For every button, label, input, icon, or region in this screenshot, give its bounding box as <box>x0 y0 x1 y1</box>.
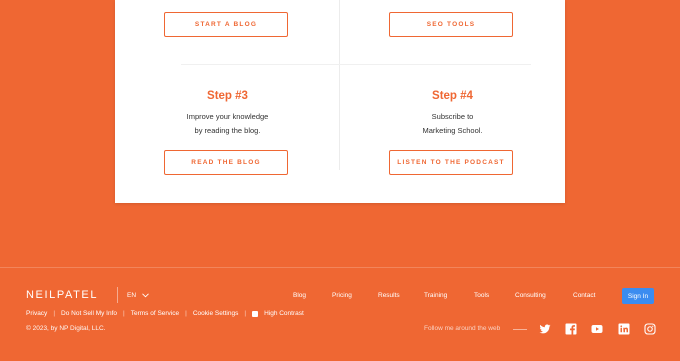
do-not-sell-link[interactable]: Do Not Sell My Info <box>61 310 117 317</box>
youtube-icon[interactable] <box>591 323 603 335</box>
nav-results[interactable]: Results <box>378 292 400 299</box>
nav-blog[interactable]: Blog <box>293 292 306 299</box>
listen-to-the-podcast-button[interactable]: LISTEN TO THE PODCAST <box>389 150 513 175</box>
sign-in-button[interactable]: Sign In <box>622 288 654 304</box>
nav-pricing[interactable]: Pricing <box>332 292 352 299</box>
nav-tools[interactable]: Tools <box>474 292 489 299</box>
high-contrast-checkbox[interactable] <box>252 310 259 317</box>
terms-of-service-link[interactable]: Terms of Service <box>131 310 179 317</box>
follow-divider <box>513 329 527 330</box>
footer-links: Privacy | Do Not Sell My Info | Terms of… <box>26 310 304 317</box>
step-title: Step #3 <box>207 90 248 102</box>
copyright: © 2023, by NP Digital, LLC. <box>26 325 106 332</box>
nav-consulting[interactable]: Consulting <box>515 292 546 299</box>
read-the-blog-button[interactable]: READ THE BLOG <box>164 150 288 175</box>
step-title: Step #4 <box>432 90 473 102</box>
step-description-line: Improve your knowledge <box>186 112 269 121</box>
link-separator: | <box>123 310 125 317</box>
link-separator: | <box>244 310 247 317</box>
steps-card: START A BLOG SEO TOOLS Step #3 Improve y… <box>115 0 565 203</box>
logo-divider <box>117 287 118 303</box>
high-contrast-label[interactable]: High Contrast <box>264 310 304 317</box>
nav-contact[interactable]: Contact <box>573 292 595 299</box>
link-separator: | <box>185 310 187 317</box>
step-description: Improve your knowledge by reading the bl… <box>115 110 340 138</box>
instagram-icon[interactable] <box>644 323 656 335</box>
privacy-link[interactable]: Privacy <box>26 310 47 317</box>
step-description-line: Subscribe to <box>431 112 474 121</box>
step-4: Step #4 Subscribe to Marketing School. L… <box>340 0 565 203</box>
follow-label: Follow me around the web <box>424 325 501 332</box>
cookie-settings-link[interactable]: Cookie Settings <box>193 310 239 317</box>
language-selector[interactable]: EN <box>127 292 149 299</box>
facebook-icon[interactable] <box>565 323 577 335</box>
neilpatel-logo[interactable]: NEILPATEL <box>26 289 98 301</box>
step-description-line: Marketing School. <box>422 126 483 135</box>
chevron-down-icon <box>142 293 149 298</box>
language-label: EN <box>127 292 137 299</box>
link-separator: | <box>53 310 56 317</box>
nav-training[interactable]: Training <box>424 292 447 299</box>
twitter-icon[interactable] <box>539 323 551 335</box>
step-description-line: by reading the blog. <box>194 126 261 135</box>
step-description: Subscribe to Marketing School. <box>340 110 565 138</box>
step-3: Step #3 Improve your knowledge by readin… <box>115 0 340 203</box>
linkedin-icon[interactable] <box>618 323 630 335</box>
